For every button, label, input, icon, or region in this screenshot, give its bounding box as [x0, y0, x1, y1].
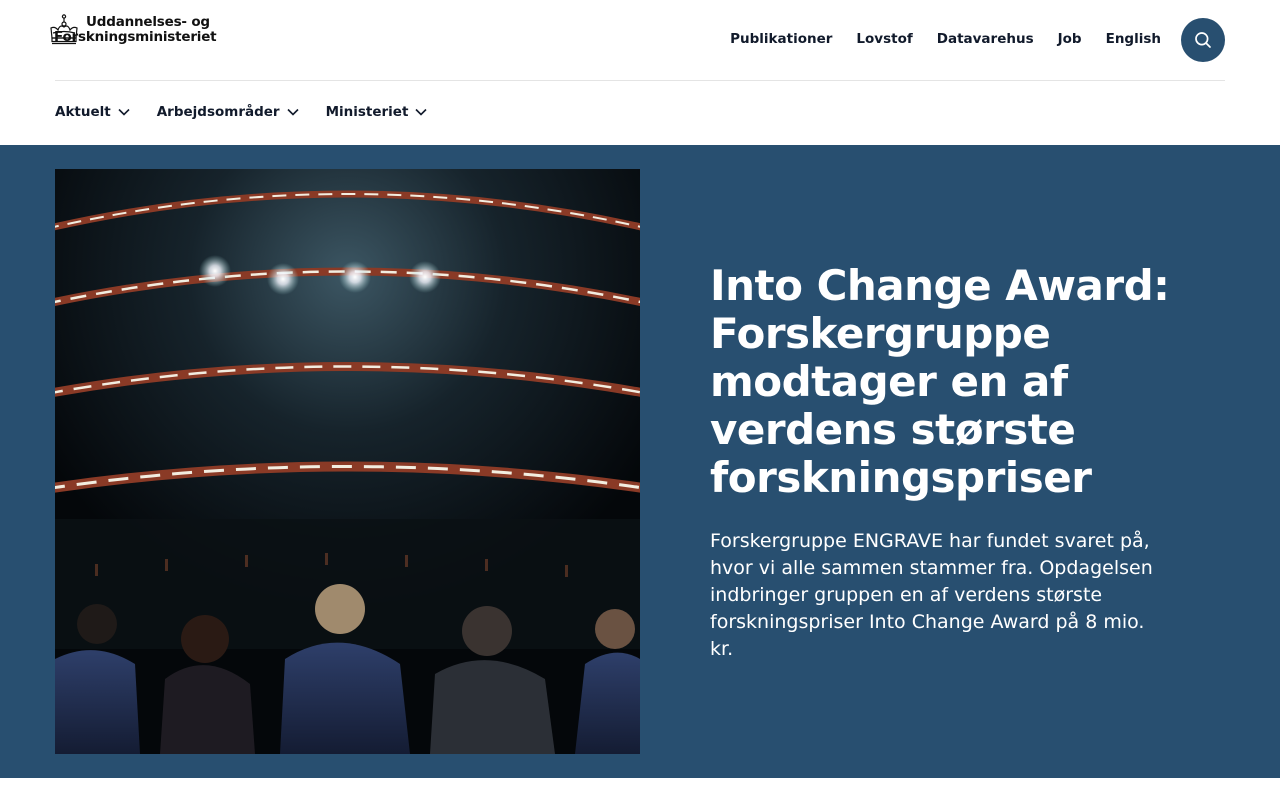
site-logo[interactable]: Uddannelses- og Forskningsministeriet: [49, 14, 217, 46]
utility-nav: Publikationer Lovstof Datavarehus Job En…: [730, 31, 1161, 47]
search-icon: [1195, 32, 1211, 48]
main-nav-label: Aktuelt: [55, 104, 111, 120]
nav-link-datavarehus[interactable]: Datavarehus: [937, 31, 1034, 47]
header-top: Uddannelses- og Forskningsministeriet Pu…: [0, 0, 1280, 80]
chevron-down-icon: [287, 108, 299, 116]
main-nav: Aktuelt Arbejdsområder Ministeriet: [55, 104, 454, 120]
logo-line-2: Forskningsministeriet: [54, 29, 217, 45]
nav-link-publikationer[interactable]: Publikationer: [730, 31, 832, 47]
hero-title[interactable]: Into Change Award: Forskergruppe modtage…: [710, 262, 1180, 502]
hero-image[interactable]: [55, 169, 640, 754]
hero-banner: Into Change Award: Forskergruppe modtage…: [0, 145, 1280, 778]
nav-link-english[interactable]: English: [1106, 31, 1161, 47]
chevron-down-icon: [415, 108, 427, 116]
header-divider: [55, 80, 1225, 81]
chevron-down-icon: [118, 108, 130, 116]
logo-line-1: Uddannelses- og: [86, 14, 210, 30]
hero-lead: Forskergruppe ENGRAVE har fundet svaret …: [710, 530, 1153, 660]
hero-text: Into Change Award: Forskergruppe modtage…: [710, 262, 1180, 663]
main-nav-aktuelt[interactable]: Aktuelt: [55, 104, 130, 120]
main-nav-arbejdsomrader[interactable]: Arbejdsområder: [157, 104, 299, 120]
hero-photo: [55, 169, 640, 754]
nav-link-job[interactable]: Job: [1058, 31, 1082, 47]
main-nav-label: Ministeriet: [325, 104, 409, 120]
main-nav-label: Arbejdsområder: [156, 104, 280, 120]
main-nav-ministeriet[interactable]: Ministeriet: [326, 104, 428, 120]
logo-text: Uddannelses- og Forskningsministeriet: [54, 14, 217, 45]
nav-link-lovstof[interactable]: Lovstof: [856, 31, 912, 47]
search-button[interactable]: [1181, 18, 1225, 62]
